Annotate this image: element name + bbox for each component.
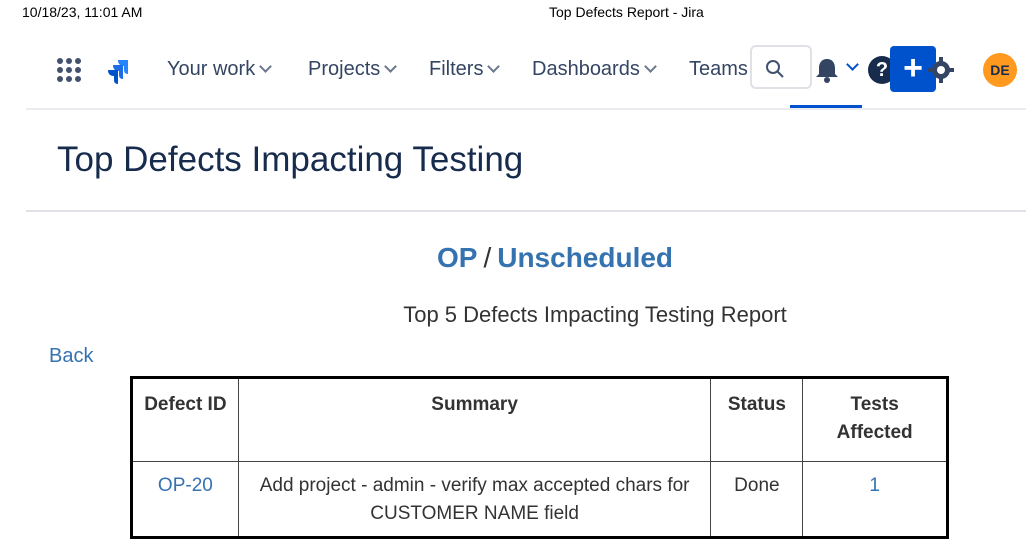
top-navigation: Your work Projects Filters Dashboards Te… [0,40,1026,110]
chevron-down-icon [487,60,501,73]
search-icon [766,60,784,78]
nav-dashboards-label: Dashboards [532,58,640,80]
print-document-title: Top Defects Report - Jira [549,4,704,20]
avatar[interactable]: DE [983,53,1017,87]
breadcrumb: OP / Unscheduled [0,242,1026,274]
table-row: OP-20 Add project - admin - verify max a… [131,461,948,538]
gear-icon[interactable] [927,56,955,84]
jira-logo-icon[interactable] [104,57,132,85]
defect-status: Done [710,461,804,538]
search-input[interactable] [750,45,812,89]
column-header-defect-id: Defect ID [131,377,239,462]
app-switcher-icon[interactable] [57,58,81,82]
nav-teams-label: Teams [689,58,748,80]
page-title: Top Defects Impacting Testing [57,140,524,179]
title-divider [26,210,1026,212]
report-title: Top 5 Defects Impacting Testing Report [403,302,787,327]
back-link[interactable]: Back [49,345,93,368]
nav-your-work[interactable]: Your work [167,58,273,81]
nav-dashboards[interactable]: Dashboards [532,58,657,81]
breadcrumb-project-link[interactable]: OP [437,242,477,273]
table-header-row: Defect ID Summary Status Tests Affected [131,377,948,462]
nav-divider [26,108,1026,110]
nav-projects[interactable]: Projects [308,58,398,81]
defects-table: Defect ID Summary Status Tests Affected … [130,376,949,539]
defect-id-link[interactable]: OP-20 [131,461,239,538]
breadcrumb-version-link[interactable]: Unscheduled [497,242,673,273]
chevron-down-icon [259,60,273,73]
chevron-down-icon [643,60,657,73]
chevron-down-icon [384,60,398,73]
notifications-bell-icon[interactable] [812,56,842,84]
print-datetime: 10/18/23, 11:01 AM [22,4,143,20]
print-header: 10/18/23, 11:01 AM Top Defects Report - … [0,4,1026,22]
nav-your-work-label: Your work [167,58,256,80]
defect-summary: Add project - admin - verify max accepte… [237,461,712,538]
column-header-tests-affected: Tests Affected [802,377,948,462]
nav-teams[interactable]: Teams [689,58,748,81]
column-header-summary: Summary [237,377,712,462]
tests-affected-link[interactable]: 1 [802,461,948,538]
breadcrumb-separator: / [483,242,492,273]
column-header-status: Status [710,377,804,462]
nav-filters-label: Filters [429,58,484,80]
chevron-down-icon[interactable] [846,58,859,71]
nav-projects-label: Projects [308,58,381,80]
nav-filters[interactable]: Filters [429,58,501,81]
